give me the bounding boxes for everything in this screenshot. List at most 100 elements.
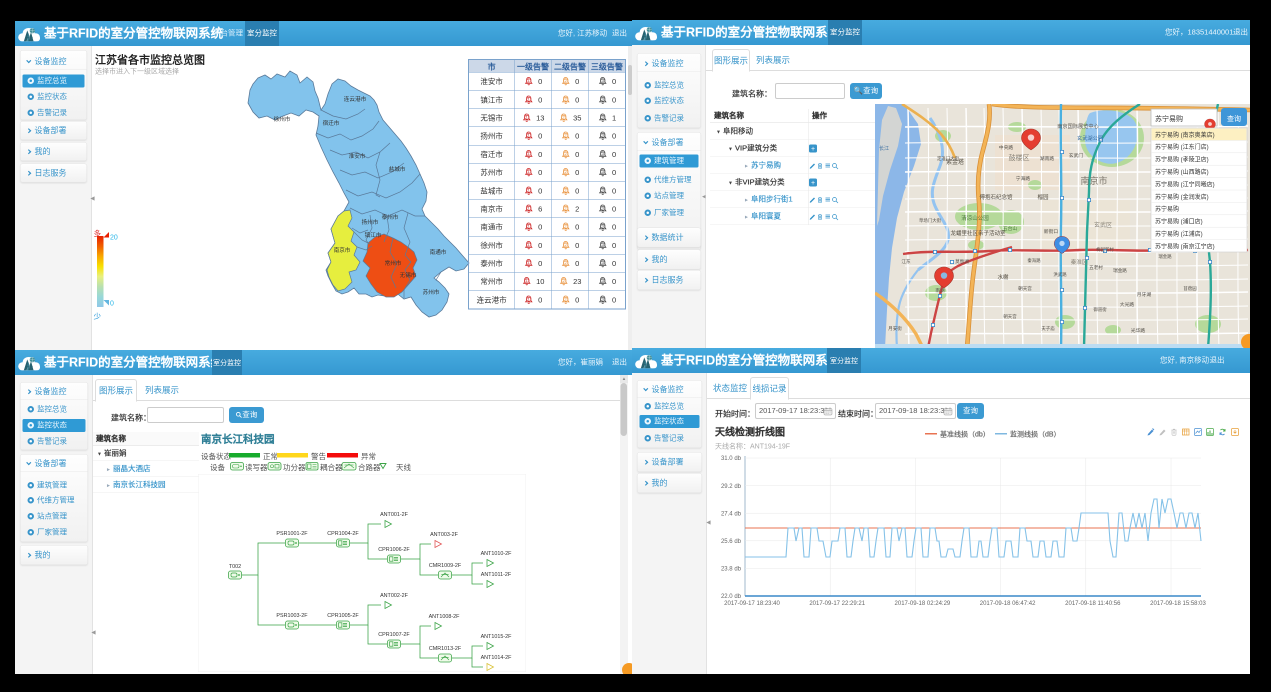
svg-text:3: 3 bbox=[602, 207, 604, 211]
svg-text:南京市: 南京市 bbox=[334, 246, 351, 254]
svg-text:ANT003-2F: ANT003-2F bbox=[430, 532, 459, 538]
svg-text:夫子庙: 夫子庙 bbox=[1041, 325, 1055, 332]
svg-text:3: 3 bbox=[602, 225, 604, 229]
svg-text:扬州市: 扬州市 bbox=[362, 218, 379, 226]
svg-text:苏宁易购 (江宁同曦店): 苏宁易购 (江宁同曦店) bbox=[1155, 180, 1215, 188]
svg-text:3: 3 bbox=[602, 261, 604, 265]
svg-text:南通市: 南通市 bbox=[430, 248, 447, 256]
svg-text:无锡市: 无锡市 bbox=[400, 271, 417, 279]
svg-text:1: 1 bbox=[526, 279, 528, 283]
svg-text:苏宁易购: 苏宁易购 bbox=[1155, 114, 1183, 123]
svg-text:苏宁易购 (江浦店): 苏宁易购 (江浦店) bbox=[1155, 230, 1203, 238]
svg-text:洪武路: 洪武路 bbox=[1053, 271, 1067, 278]
svg-text:宿迁市: 宿迁市 bbox=[323, 119, 340, 127]
svg-text:定淮门大街: 定淮门大街 bbox=[937, 155, 960, 162]
svg-text:秦淮区: 秦淮区 bbox=[1071, 258, 1088, 266]
svg-text:1: 1 bbox=[528, 97, 530, 101]
svg-text:傅抱石纪念馆: 傅抱石纪念馆 bbox=[979, 193, 1013, 201]
svg-text:2017-09-18 11:40:56: 2017-09-18 11:40:56 bbox=[1065, 601, 1121, 607]
svg-text:25.6 db: 25.6 db bbox=[721, 539, 742, 545]
svg-text:2017-09-17 18:23:40: 2017-09-17 18:23:40 bbox=[724, 601, 780, 607]
svg-text:3: 3 bbox=[602, 188, 604, 192]
svg-text:徐州市: 徐州市 bbox=[274, 115, 291, 123]
svg-text:苏宁易购 (南京江宁店): 苏宁易购 (南京江宁店) bbox=[1155, 242, 1215, 250]
svg-text:CPR1005-2F: CPR1005-2F bbox=[327, 613, 359, 619]
svg-text:2: 2 bbox=[565, 170, 567, 174]
svg-text:中央路: 中央路 bbox=[999, 144, 1014, 151]
svg-text:2017-09-18 06:47:42: 2017-09-18 06:47:42 bbox=[980, 601, 1036, 607]
svg-text:3: 3 bbox=[602, 152, 604, 156]
svg-text:苏宁易购 (南京奥莱店): 苏宁易购 (南京奥莱店) bbox=[1155, 131, 1215, 139]
svg-text:镇江市: 镇江市 bbox=[365, 231, 382, 239]
svg-text:2: 2 bbox=[565, 134, 567, 138]
svg-text:CMR1009-2F: CMR1009-2F bbox=[429, 563, 462, 569]
svg-text:CPR1006-2F: CPR1006-2F bbox=[378, 547, 410, 553]
svg-text:御道街: 御道街 bbox=[1093, 306, 1107, 313]
svg-text:玄武区: 玄武区 bbox=[1094, 221, 1112, 229]
svg-text:五老村: 五老村 bbox=[1089, 264, 1103, 270]
svg-text:CPR1004-2F: CPR1004-2F bbox=[327, 531, 359, 537]
svg-text:ANT1010-2F: ANT1010-2F bbox=[481, 551, 513, 557]
svg-text:1: 1 bbox=[528, 188, 530, 192]
svg-text:2: 2 bbox=[563, 116, 565, 120]
svg-text:1: 1 bbox=[528, 79, 530, 83]
svg-text:鼓楼区: 鼓楼区 bbox=[1009, 153, 1030, 162]
svg-text:泰州市: 泰州市 bbox=[382, 213, 399, 221]
svg-text:ANT1008-2F: ANT1008-2F bbox=[429, 614, 461, 620]
svg-text:3: 3 bbox=[602, 170, 604, 174]
svg-text:新街口: 新街口 bbox=[1044, 228, 1059, 235]
svg-text:苏宁易购 (山西路店): 苏宁易购 (山西路店) bbox=[1155, 168, 1209, 176]
svg-text:南湖: 南湖 bbox=[935, 287, 945, 294]
svg-text:27.4 db: 27.4 db bbox=[721, 511, 742, 517]
svg-text:瑞金路: 瑞金路 bbox=[1113, 267, 1127, 274]
svg-text:1: 1 bbox=[528, 243, 530, 247]
svg-text:PSR1001-2F: PSR1001-2F bbox=[276, 531, 308, 537]
svg-text:莫愁湖: 莫愁湖 bbox=[955, 258, 969, 265]
svg-text:苜蓿园: 苜蓿园 bbox=[1183, 285, 1197, 292]
svg-text:2: 2 bbox=[565, 97, 567, 101]
svg-text:苏宁易购 (金润发店): 苏宁易购 (金润发店) bbox=[1155, 193, 1209, 201]
svg-text:梅园新村: 梅园新村 bbox=[1096, 246, 1114, 253]
svg-text:2: 2 bbox=[565, 188, 567, 192]
svg-text:玄武湖公园: 玄武湖公园 bbox=[1077, 134, 1103, 142]
svg-text:月牙湖: 月牙湖 bbox=[1137, 291, 1152, 298]
svg-text:查询: 查询 bbox=[1227, 114, 1241, 123]
svg-text:22.0 db: 22.0 db bbox=[721, 594, 742, 600]
svg-text:ANT1014-2F: ANT1014-2F bbox=[481, 655, 513, 661]
svg-text:苏宁易购 (江东门店): 苏宁易购 (江东门店) bbox=[1155, 143, 1209, 151]
svg-text:苏宁易购 (孝陵卫店): 苏宁易购 (孝陵卫店) bbox=[1155, 156, 1209, 164]
svg-text:1: 1 bbox=[528, 207, 530, 211]
svg-text:光华路: 光华路 bbox=[1131, 327, 1146, 334]
svg-text:秦海路: 秦海路 bbox=[1027, 257, 1041, 264]
svg-text:2: 2 bbox=[563, 279, 565, 283]
svg-text:2017-09-18 15:58:03: 2017-09-18 15:58:03 bbox=[1150, 601, 1206, 607]
svg-text:朝天宫: 朝天宫 bbox=[1003, 313, 1017, 320]
svg-text:常州市: 常州市 bbox=[385, 259, 402, 267]
svg-text:龙蟠里社区亲子活动室: 龙蟠里社区亲子活动室 bbox=[950, 229, 1006, 237]
svg-text:CPR1007-2F: CPR1007-2F bbox=[378, 632, 410, 638]
svg-text:2: 2 bbox=[565, 152, 567, 156]
svg-text:月安街: 月安街 bbox=[888, 325, 902, 332]
svg-text:瑞金路: 瑞金路 bbox=[1158, 253, 1172, 260]
svg-text:榴园: 榴园 bbox=[1037, 193, 1049, 201]
svg-text:湖南路: 湖南路 bbox=[1040, 155, 1055, 162]
svg-text:长江: 长江 bbox=[879, 145, 889, 152]
svg-text:3: 3 bbox=[602, 279, 604, 283]
svg-text:2: 2 bbox=[565, 243, 567, 247]
svg-text:3: 3 bbox=[602, 79, 604, 83]
svg-text:苏州市: 苏州市 bbox=[423, 288, 440, 296]
svg-text:23.8 db: 23.8 db bbox=[721, 567, 742, 573]
svg-text:1: 1 bbox=[526, 116, 528, 120]
svg-text:苏宁易购 (浦口店): 苏宁易购 (浦口店) bbox=[1155, 218, 1203, 226]
svg-text:2: 2 bbox=[565, 261, 567, 265]
svg-text:1: 1 bbox=[528, 261, 530, 265]
svg-text:3: 3 bbox=[602, 243, 604, 247]
svg-text:宁海路: 宁海路 bbox=[1016, 175, 1031, 182]
svg-text:南京市: 南京市 bbox=[1080, 175, 1107, 186]
svg-text:2017-09-18 02:24:29: 2017-09-18 02:24:29 bbox=[895, 601, 951, 607]
svg-text:草场门大街: 草场门大街 bbox=[919, 217, 942, 224]
svg-text:盐城市: 盐城市 bbox=[389, 165, 406, 173]
svg-text:南京国际展览中心: 南京国际展览中心 bbox=[1057, 122, 1099, 130]
svg-text:水榭: 水榭 bbox=[997, 273, 1009, 281]
svg-text:PSR1003-2F: PSR1003-2F bbox=[276, 613, 308, 619]
